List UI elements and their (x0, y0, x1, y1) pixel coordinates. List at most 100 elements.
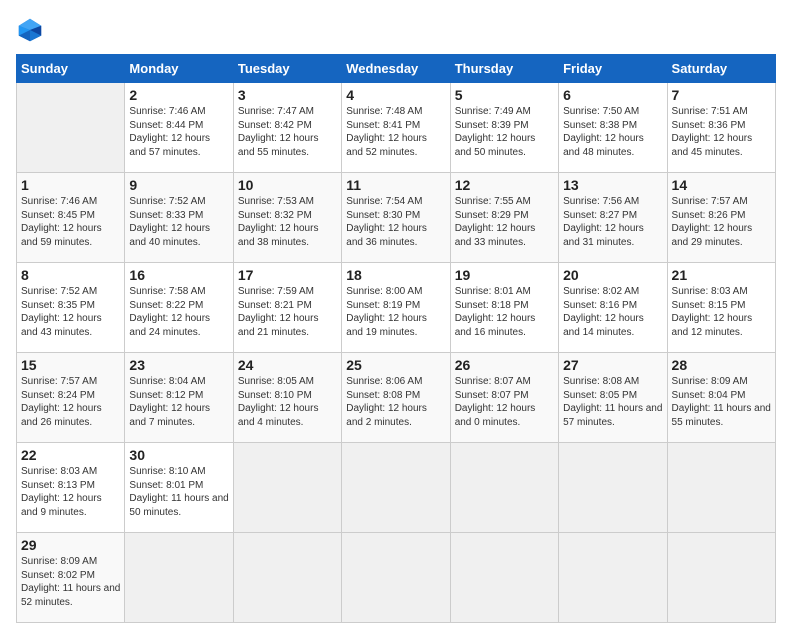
day-info: Sunrise: 7:46 AM Sunset: 8:45 PM Dayligh… (21, 195, 120, 249)
calendar-cell (17, 83, 125, 173)
day-info: Sunrise: 7:52 AM Sunset: 8:33 PM Dayligh… (129, 195, 228, 249)
day-number: 17 (238, 267, 337, 283)
day-info: Sunrise: 8:03 AM Sunset: 8:13 PM Dayligh… (21, 465, 120, 519)
calendar-cell: 8Sunrise: 7:52 AM Sunset: 8:35 PM Daylig… (17, 263, 125, 353)
day-number: 10 (238, 177, 337, 193)
day-number: 18 (346, 267, 445, 283)
calendar-cell: 4 Sunrise: 7:48 AM Sunset: 8:41 PM Daylig… (342, 83, 450, 173)
day-number: 12 (455, 177, 554, 193)
day-number: 26 (455, 357, 554, 373)
calendar-week-row: 1 Sunrise: 7:46 AM Sunset: 8:45 PM Daylig… (17, 173, 776, 263)
calendar-cell (342, 533, 450, 623)
day-info: Sunrise: 8:09 AM Sunset: 8:02 PM Dayligh… (21, 555, 120, 609)
day-number: 16 (129, 267, 228, 283)
day-of-week-header: Wednesday (342, 55, 450, 83)
calendar-table: SundayMondayTuesdayWednesdayThursdayFrid… (16, 54, 776, 623)
day-number: 22 (21, 447, 120, 463)
day-info: Sunrise: 7:53 AM Sunset: 8:32 PM Dayligh… (238, 195, 337, 249)
day-number: 19 (455, 267, 554, 283)
day-number: 30 (129, 447, 228, 463)
calendar-cell: 18 Sunrise: 8:00 AM Sunset: 8:19 PM Dayli… (342, 263, 450, 353)
calendar-cell: 2 Sunrise: 7:46 AM Sunset: 8:44 PM Daylig… (125, 83, 233, 173)
day-number: 24 (238, 357, 337, 373)
day-number: 2 (129, 87, 228, 103)
calendar-cell: 14 Sunrise: 7:57 AM Sunset: 8:26 PM Dayli… (667, 173, 775, 263)
calendar-cell: 15Sunrise: 7:57 AM Sunset: 8:24 PM Dayli… (17, 353, 125, 443)
day-info: Sunrise: 7:52 AM Sunset: 8:35 PM Dayligh… (21, 285, 120, 339)
calendar-cell: 12Sunrise: 7:55 AM Sunset: 8:29 PM Dayli… (450, 173, 558, 263)
day-of-week-header: Tuesday (233, 55, 341, 83)
day-info: Sunrise: 8:08 AM Sunset: 8:05 PM Dayligh… (563, 375, 662, 429)
calendar-cell: 13 Sunrise: 7:56 AM Sunset: 8:27 PM Dayli… (559, 173, 667, 263)
day-info: Sunrise: 7:49 AM Sunset: 8:39 PM Dayligh… (455, 105, 554, 159)
day-info: Sunrise: 7:56 AM Sunset: 8:27 PM Dayligh… (563, 195, 662, 249)
day-number: 28 (672, 357, 771, 373)
calendar-week-row: 29 Sunrise: 8:09 AM Sunset: 8:02 PM Dayli… (17, 533, 776, 623)
day-number: 14 (672, 177, 771, 193)
day-number: 1 (21, 177, 120, 193)
calendar-cell: 11Sunrise: 7:54 AM Sunset: 8:30 PM Dayli… (342, 173, 450, 263)
calendar-cell (559, 443, 667, 533)
calendar-cell: 24 Sunrise: 8:05 AM Sunset: 8:10 PM Dayli… (233, 353, 341, 443)
day-info: Sunrise: 8:06 AM Sunset: 8:08 PM Dayligh… (346, 375, 445, 429)
calendar-week-row: 8Sunrise: 7:52 AM Sunset: 8:35 PM Daylig… (17, 263, 776, 353)
day-number: 4 (346, 87, 445, 103)
calendar-cell: 27 Sunrise: 8:08 AM Sunset: 8:05 PM Dayli… (559, 353, 667, 443)
day-info: Sunrise: 8:01 AM Sunset: 8:18 PM Dayligh… (455, 285, 554, 339)
calendar-cell: 20 Sunrise: 8:02 AM Sunset: 8:16 PM Dayli… (559, 263, 667, 353)
calendar-header-row: SundayMondayTuesdayWednesdayThursdayFrid… (17, 55, 776, 83)
page-header (16, 16, 776, 44)
day-info: Sunrise: 8:09 AM Sunset: 8:04 PM Dayligh… (672, 375, 771, 429)
calendar-week-row: 15Sunrise: 7:57 AM Sunset: 8:24 PM Dayli… (17, 353, 776, 443)
calendar-cell (667, 443, 775, 533)
day-number: 6 (563, 87, 662, 103)
calendar-week-row: 22 Sunrise: 8:03 AM Sunset: 8:13 PM Dayli… (17, 443, 776, 533)
day-info: Sunrise: 7:51 AM Sunset: 8:36 PM Dayligh… (672, 105, 771, 159)
calendar-cell (450, 533, 558, 623)
calendar-cell (233, 533, 341, 623)
day-number: 23 (129, 357, 228, 373)
day-number: 21 (672, 267, 771, 283)
day-info: Sunrise: 7:48 AM Sunset: 8:41 PM Dayligh… (346, 105, 445, 159)
calendar-cell: 25 Sunrise: 8:06 AM Sunset: 8:08 PM Dayli… (342, 353, 450, 443)
day-info: Sunrise: 7:47 AM Sunset: 8:42 PM Dayligh… (238, 105, 337, 159)
day-info: Sunrise: 8:03 AM Sunset: 8:15 PM Dayligh… (672, 285, 771, 339)
day-number: 29 (21, 537, 120, 553)
logo-icon (16, 16, 44, 44)
day-number: 13 (563, 177, 662, 193)
calendar-cell (559, 533, 667, 623)
day-info: Sunrise: 8:05 AM Sunset: 8:10 PM Dayligh… (238, 375, 337, 429)
day-info: Sunrise: 7:59 AM Sunset: 8:21 PM Dayligh… (238, 285, 337, 339)
calendar-cell: 3Sunrise: 7:47 AM Sunset: 8:42 PM Daylig… (233, 83, 341, 173)
calendar-cell: 16Sunrise: 7:58 AM Sunset: 8:22 PM Dayli… (125, 263, 233, 353)
calendar-cell: 7Sunrise: 7:51 AM Sunset: 8:36 PM Daylig… (667, 83, 775, 173)
day-number: 20 (563, 267, 662, 283)
day-number: 27 (563, 357, 662, 373)
calendar-cell (125, 533, 233, 623)
day-info: Sunrise: 7:57 AM Sunset: 8:24 PM Dayligh… (21, 375, 120, 429)
day-of-week-header: Thursday (450, 55, 558, 83)
calendar-cell: 10 Sunrise: 7:53 AM Sunset: 8:32 PM Dayli… (233, 173, 341, 263)
logo (16, 16, 48, 44)
calendar-cell: 26Sunrise: 8:07 AM Sunset: 8:07 PM Dayli… (450, 353, 558, 443)
calendar-cell: 19 Sunrise: 8:01 AM Sunset: 8:18 PM Dayli… (450, 263, 558, 353)
day-info: Sunrise: 7:50 AM Sunset: 8:38 PM Dayligh… (563, 105, 662, 159)
calendar-cell: 6 Sunrise: 7:50 AM Sunset: 8:38 PM Daylig… (559, 83, 667, 173)
day-info: Sunrise: 7:57 AM Sunset: 8:26 PM Dayligh… (672, 195, 771, 249)
calendar-cell: 29 Sunrise: 8:09 AM Sunset: 8:02 PM Dayli… (17, 533, 125, 623)
calendar-cell: 23 Sunrise: 8:04 AM Sunset: 8:12 PM Dayli… (125, 353, 233, 443)
day-info: Sunrise: 8:04 AM Sunset: 8:12 PM Dayligh… (129, 375, 228, 429)
day-number: 25 (346, 357, 445, 373)
day-info: Sunrise: 7:46 AM Sunset: 8:44 PM Dayligh… (129, 105, 228, 159)
calendar-cell: 1 Sunrise: 7:46 AM Sunset: 8:45 PM Daylig… (17, 173, 125, 263)
day-info: Sunrise: 8:00 AM Sunset: 8:19 PM Dayligh… (346, 285, 445, 339)
calendar-cell: 22 Sunrise: 8:03 AM Sunset: 8:13 PM Dayli… (17, 443, 125, 533)
day-info: Sunrise: 8:10 AM Sunset: 8:01 PM Dayligh… (129, 465, 228, 519)
day-info: Sunrise: 8:02 AM Sunset: 8:16 PM Dayligh… (563, 285, 662, 339)
calendar-cell: 21 Sunrise: 8:03 AM Sunset: 8:15 PM Dayli… (667, 263, 775, 353)
calendar-cell (342, 443, 450, 533)
day-info: Sunrise: 7:54 AM Sunset: 8:30 PM Dayligh… (346, 195, 445, 249)
day-of-week-header: Sunday (17, 55, 125, 83)
day-number: 5 (455, 87, 554, 103)
calendar-cell: 5 Sunrise: 7:49 AM Sunset: 8:39 PM Daylig… (450, 83, 558, 173)
